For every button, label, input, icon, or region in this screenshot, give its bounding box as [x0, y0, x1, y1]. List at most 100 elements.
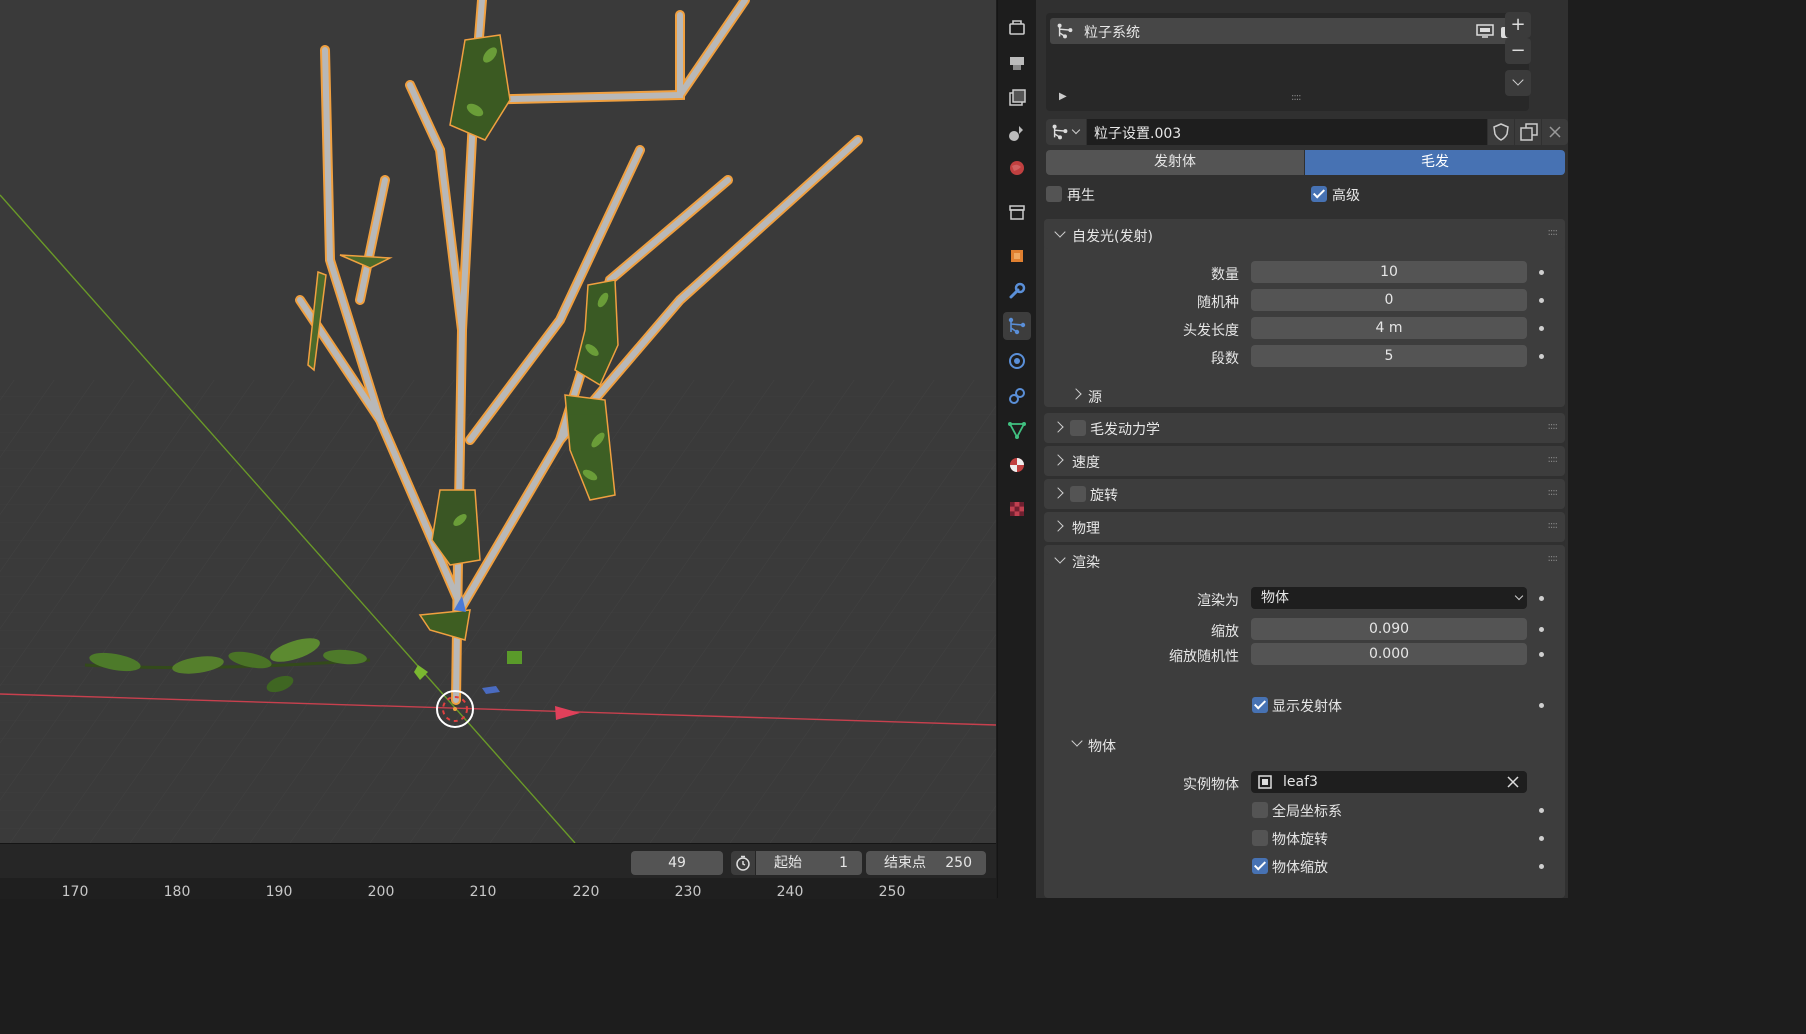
end-frame-field[interactable]: 结束点 250: [866, 851, 986, 875]
fake-user-button[interactable]: [1488, 119, 1514, 145]
render-as-value: 物体: [1261, 590, 1289, 606]
tab-object[interactable]: [1003, 242, 1031, 270]
3d-viewport[interactable]: [0, 0, 996, 843]
keyframe-dot-icon[interactable]: [1539, 298, 1544, 303]
render-as-label: 渲染为: [1197, 593, 1239, 609]
hair-dynamics-panel-header[interactable]: 毛发动力学 ::::: [1044, 413, 1565, 443]
duplicate-icon: [1520, 123, 1538, 141]
drag-grip-icon[interactable]: ::::: [1548, 553, 1559, 564]
tab-tool[interactable]: [1003, 14, 1031, 42]
keyframe-dot-icon[interactable]: [1539, 864, 1544, 869]
unlink-settings-button[interactable]: [1542, 119, 1568, 145]
physics-panel-header[interactable]: 物理 ::::: [1044, 512, 1565, 542]
type-emitter-button[interactable]: 发射体: [1046, 150, 1304, 175]
monitor-icon[interactable]: [1476, 24, 1494, 38]
tab-physics[interactable]: [1003, 347, 1031, 375]
current-frame-field[interactable]: 49: [631, 851, 723, 875]
physics-icon: [1009, 353, 1025, 369]
seed-field[interactable]: 0: [1251, 289, 1527, 311]
chevron-down-icon: [1054, 552, 1066, 564]
keyframe-dot-icon[interactable]: [1539, 326, 1544, 331]
expand-triangle-icon[interactable]: ▶: [1059, 91, 1067, 102]
browse-settings-button[interactable]: [1046, 119, 1086, 145]
start-frame-label: 起始: [774, 855, 802, 871]
segments-field[interactable]: 5: [1251, 345, 1527, 367]
render-as-dropdown[interactable]: 物体: [1251, 587, 1527, 609]
emission-panel-header[interactable]: 自发光(发射) ::::: [1044, 219, 1565, 249]
frame-tick: 210: [469, 884, 497, 900]
velocity-title: 速度: [1072, 455, 1100, 471]
tab-output[interactable]: [1003, 84, 1031, 112]
scale-random-field[interactable]: 0.000: [1251, 643, 1527, 665]
start-frame-field[interactable]: 起始 1: [756, 851, 862, 875]
tab-scene[interactable]: [1003, 119, 1031, 147]
gizmo-green-handle[interactable]: [507, 651, 522, 664]
clock-icon[interactable]: [731, 851, 755, 875]
chevron-down-icon: [1514, 591, 1524, 601]
tab-material[interactable]: [1003, 451, 1031, 479]
instance-object-field[interactable]: leaf3: [1251, 771, 1527, 793]
keyframe-dot-icon[interactable]: [1539, 836, 1544, 841]
add-particle-system-button[interactable]: +: [1505, 12, 1531, 38]
timeline-ruler[interactable]: 170 180 190 200 210 220 230 240 250: [0, 878, 996, 900]
duplicate-settings-button[interactable]: [1515, 119, 1541, 145]
keyframe-dot-icon[interactable]: [1539, 627, 1544, 632]
frame-tick: 250: [878, 884, 906, 900]
timeline[interactable]: 49 起始 1 结束点 250 170 180 190 200 210 220 …: [0, 843, 996, 900]
drag-grip-icon[interactable]: ::::: [1548, 227, 1559, 238]
object-scale-checkbox[interactable]: [1252, 858, 1268, 874]
hair-dynamics-checkbox[interactable]: [1070, 420, 1086, 436]
particles-icon: [1052, 124, 1068, 140]
drag-grip-icon[interactable]: ::::: [1548, 421, 1559, 432]
tab-particles[interactable]: [1003, 312, 1031, 340]
physics-title: 物理: [1072, 521, 1100, 537]
close-icon[interactable]: [1507, 776, 1519, 788]
regrow-label: 再生: [1067, 188, 1095, 204]
end-frame-label: 结束点: [884, 855, 926, 871]
drag-grip-icon[interactable]: ::::: [1548, 487, 1559, 498]
object-rotation-checkbox[interactable]: [1252, 830, 1268, 846]
hair-length-label: 头发长度: [1183, 323, 1239, 339]
advanced-checkbox[interactable]: [1311, 186, 1327, 202]
properties-tab-bar: [997, 0, 1035, 898]
global-coords-checkbox[interactable]: [1252, 802, 1268, 818]
scale-field[interactable]: 0.090: [1251, 618, 1527, 640]
particle-system-item[interactable]: 粒子系统: [1050, 18, 1525, 44]
type-hair-button[interactable]: 毛发: [1305, 150, 1565, 175]
keyframe-dot-icon[interactable]: [1539, 652, 1544, 657]
tab-constraints[interactable]: [1003, 382, 1031, 410]
settings-name-field[interactable]: 粒子设置.003: [1087, 119, 1487, 145]
drag-grip-icon[interactable]: ::::: [1548, 454, 1559, 465]
velocity-panel-header[interactable]: 速度 ::::: [1044, 446, 1565, 476]
frame-tick: 180: [163, 884, 191, 900]
keyframe-dot-icon[interactable]: [1539, 703, 1544, 708]
keyframe-dot-icon[interactable]: [1539, 808, 1544, 813]
regrow-checkbox[interactable]: [1046, 186, 1062, 202]
tab-modifiers[interactable]: [1003, 277, 1031, 305]
keyframe-dot-icon[interactable]: [1539, 270, 1544, 275]
tab-texture[interactable]: [1003, 495, 1031, 523]
remove-particle-system-button[interactable]: −: [1505, 38, 1531, 64]
tab-render[interactable]: [1003, 49, 1031, 77]
keyframe-dot-icon[interactable]: [1539, 354, 1544, 359]
tool-icon: [1009, 20, 1025, 35]
count-field[interactable]: 10: [1251, 261, 1527, 283]
tab-world[interactable]: [1003, 154, 1031, 182]
render-panel-header[interactable]: 渲染 ::::: [1044, 545, 1565, 575]
scene-icon: [1009, 126, 1023, 141]
keyframe-dot-icon[interactable]: [1539, 596, 1544, 601]
specials-menu-button[interactable]: [1505, 70, 1531, 96]
rotation-panel-header[interactable]: 旋转 ::::: [1044, 479, 1565, 509]
shield-icon: [1493, 123, 1509, 141]
count-label: 数量: [1211, 267, 1239, 283]
frame-tick: 190: [265, 884, 293, 900]
drag-grip-icon[interactable]: ::::: [1548, 520, 1559, 531]
tab-data[interactable]: [1003, 416, 1031, 444]
segments-label: 段数: [1211, 351, 1239, 367]
particle-system-list[interactable]: 粒子系统 ▶ ::::: [1046, 13, 1529, 111]
hair-length-field[interactable]: 4 m: [1251, 317, 1527, 339]
tab-collection[interactable]: [1003, 198, 1031, 226]
show-emitter-checkbox[interactable]: [1252, 697, 1268, 713]
rotation-checkbox[interactable]: [1070, 486, 1086, 502]
resize-grip-icon[interactable]: ::::: [1291, 92, 1302, 103]
